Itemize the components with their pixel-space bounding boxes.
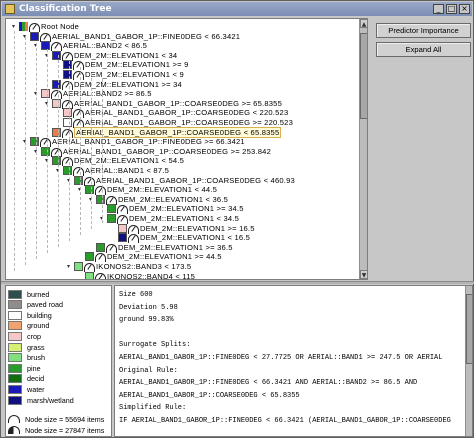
node-size-row-1: Node size = 55694 items: [8, 414, 104, 424]
app-icon: [5, 4, 15, 14]
legend-item: pine: [8, 363, 41, 373]
tree-guide-line: [80, 67, 81, 235]
tree-guide-line: [47, 49, 48, 253]
legend-swatch: [8, 321, 22, 331]
node-size-small-label: Node size = 27847 items: [25, 425, 105, 435]
tree-scroll-thumb[interactable]: [360, 33, 367, 119]
legend-item: paved road: [8, 300, 63, 310]
legend-swatch: [8, 384, 22, 394]
node-size-large-label: Node size = 55694 items: [25, 414, 105, 424]
tree-vertical-scrollbar[interactable]: ▲ ▼: [359, 19, 367, 279]
tree-guide-line: [14, 31, 15, 271]
tree-guide-line: [102, 79, 103, 223]
legend-label: water: [27, 384, 45, 394]
legend-swatch: [8, 363, 22, 373]
legend-label: pine: [27, 363, 41, 373]
legend-label: grass: [27, 342, 45, 352]
info-line: Original Rule:: [119, 366, 178, 375]
legend-label: decid: [27, 374, 45, 384]
legend-swatch: [8, 300, 22, 310]
legend-item: marsh/wetland: [8, 395, 74, 405]
legend-label: ground: [27, 321, 50, 331]
predictor-importance-button[interactable]: Predictor Importance: [376, 23, 471, 38]
info-line: Surrogate Splits:: [119, 341, 191, 350]
scroll-down-arrow-icon[interactable]: ▼: [360, 270, 367, 279]
legend-swatch: [8, 395, 22, 405]
info-line: Simplified Rule:: [119, 404, 187, 413]
node-size-gauge-icon: [95, 272, 106, 279]
leaf-spacer: [76, 253, 83, 260]
legend-item: decid: [8, 374, 44, 384]
info-vertical-scrollbar[interactable]: [465, 286, 472, 436]
legend-item: ground: [8, 321, 49, 331]
tree-guide-line: [58, 55, 59, 247]
info-line: ground 99.83%: [119, 316, 174, 325]
legend-item: grass: [8, 342, 45, 352]
info-scroll-thumb[interactable]: [466, 294, 472, 364]
legend-item: brush: [8, 353, 45, 363]
tree-guide-line: [91, 73, 92, 229]
legend-item: crop: [8, 331, 41, 341]
node-info-panel: Size 600 Deviation 5.98 ground 99.83% Surr…: [114, 285, 473, 437]
window-title: Classification Tree: [19, 4, 112, 14]
minimize-button[interactable]: _: [433, 4, 444, 14]
tree-guide-line: [36, 43, 37, 259]
close-button[interactable]: ×: [459, 4, 470, 14]
tree-panel: ▾ Root Node ▾ AERIAL_BAND1_GABOR_1P::FINE0D…: [5, 18, 368, 280]
info-line: AERIAL_BAND1_GABOR_1P::FINE0DEG < 66.342…: [119, 379, 418, 388]
leaf-spacer: [109, 234, 116, 241]
legend-label: burned: [27, 289, 50, 299]
legend-swatch: [8, 342, 22, 352]
info-line: Size 600: [119, 291, 153, 299]
node-class-color-icon: [85, 271, 94, 279]
legend-label: paved road: [27, 300, 63, 310]
legend-swatch: [8, 331, 22, 341]
legend-swatch: [8, 289, 22, 299]
leaf-spacer: [76, 273, 83, 279]
info-line: IF AERIAL_BAND1_GABOR_1P::FINE0DEG < 66.…: [119, 417, 451, 425]
legend-swatch: [8, 310, 22, 320]
tree-node-row[interactable]: IKONOS2::BAND4 < 115: [76, 271, 196, 280]
legend-label: brush: [27, 353, 45, 363]
legend-panel: burned paved road building ground crop grass b…: [5, 285, 112, 437]
info-line: AERIAL_BAND1_GABOR_1P::COARSE0DEG < 65.8…: [119, 391, 300, 400]
expand-all-button[interactable]: Expand All: [376, 42, 471, 57]
title-bar: Classification Tree _ □ ×: [2, 2, 472, 16]
node-size-small-icon: [8, 426, 20, 434]
horizontal-splitter[interactable]: [1, 281, 474, 284]
node-size-row-2: Node size = 27847 items: [8, 425, 104, 435]
info-line: Deviation 5.98: [119, 303, 178, 312]
leaf-spacer: [87, 244, 94, 251]
tree-guide-line: [69, 61, 70, 241]
node-size-large-icon: [8, 415, 20, 423]
tree-node-label: IKONOS2::BAND4 < 115: [107, 271, 196, 280]
legend-label: building: [27, 310, 52, 320]
legend-item: burned: [8, 289, 49, 299]
scroll-up-arrow-icon[interactable]: ▲: [360, 19, 367, 28]
legend-swatch: [8, 353, 22, 363]
legend-label: crop: [27, 331, 41, 341]
maximize-button[interactable]: □: [446, 4, 457, 14]
collapse-toggle-icon[interactable]: ▾: [10, 23, 17, 30]
legend-item: water: [8, 384, 45, 394]
legend-label: marsh/wetland: [27, 395, 74, 405]
tree-guide-line: [25, 37, 26, 265]
collapse-toggle-icon[interactable]: ▾: [65, 263, 72, 270]
legend-item: building: [8, 310, 52, 320]
legend-swatch: [8, 374, 22, 384]
button-panel: Predictor Importance Expand All: [371, 18, 473, 280]
leaf-spacer: [109, 225, 116, 232]
classification-tree-window: Classification Tree _ □ × ▾ Root Node ▾ AER…: [0, 0, 474, 438]
info-line: AERIAL_BAND1_GABOR_1P::FINE0DEG < 27.772…: [119, 354, 443, 362]
